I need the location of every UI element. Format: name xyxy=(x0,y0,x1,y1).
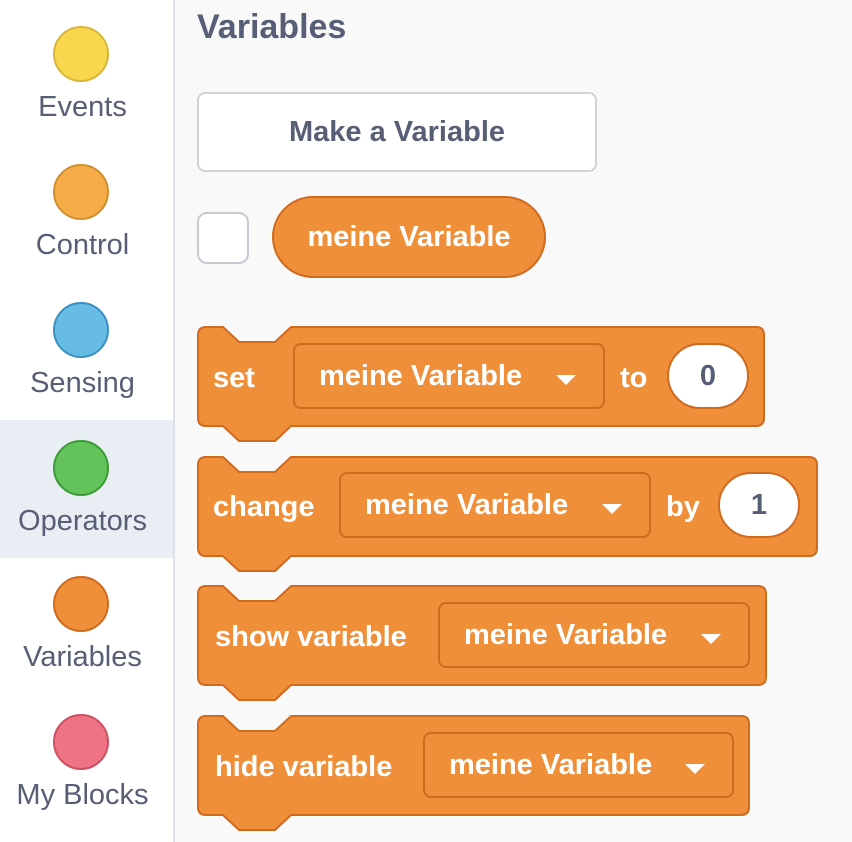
hide-block-label: hide variable xyxy=(215,751,393,783)
make-variable-button[interactable]: Make a Variable xyxy=(197,92,597,172)
show-variable-dropdown[interactable]: meine Variable xyxy=(438,602,750,668)
hide-variable-block[interactable]: hide variable meine Variable xyxy=(197,715,750,831)
set-variable-block[interactable]: set meine Variable to 0 xyxy=(197,326,765,442)
variables-category-icon xyxy=(53,576,109,632)
category-operators[interactable]: Operators xyxy=(0,420,173,558)
variable-monitor-checkbox[interactable] xyxy=(197,212,249,264)
show-variable-block[interactable]: show variable meine Variable xyxy=(197,585,767,701)
change-block-label: change xyxy=(213,491,315,523)
set-dropdown-value: meine Variable xyxy=(319,360,523,392)
hide-dropdown-value: meine Variable xyxy=(449,749,653,781)
category-variables[interactable]: Variables xyxy=(0,552,173,690)
show-block-label: show variable xyxy=(215,621,407,653)
category-events[interactable]: Events xyxy=(0,0,173,138)
show-dropdown-value: meine Variable xyxy=(464,619,668,651)
change-variable-dropdown[interactable]: meine Variable xyxy=(339,472,651,538)
operators-category-icon xyxy=(53,440,109,496)
set-variable-dropdown[interactable]: meine Variable xyxy=(293,343,605,409)
dropdown-caret-icon xyxy=(602,504,622,514)
change-dropdown-value: meine Variable xyxy=(365,489,569,521)
change-block-by-label: by xyxy=(666,491,700,523)
category-sensing[interactable]: Sensing xyxy=(0,276,173,414)
category-label-events: Events xyxy=(38,91,127,123)
category-my-blocks[interactable]: My Blocks xyxy=(0,690,173,828)
dropdown-caret-icon xyxy=(685,764,705,774)
category-label-my-blocks: My Blocks xyxy=(16,779,149,811)
set-value-input[interactable]: 0 xyxy=(667,343,749,409)
my-blocks-category-icon xyxy=(53,714,109,770)
change-variable-block[interactable]: change meine Variable by 1 xyxy=(197,456,818,572)
sensing-category-icon xyxy=(53,302,109,358)
set-block-to-label: to xyxy=(620,362,648,394)
category-label-control: Control xyxy=(35,229,130,261)
hide-variable-dropdown[interactable]: meine Variable xyxy=(423,732,734,798)
category-label-variables: Variables xyxy=(23,641,142,673)
dropdown-caret-icon xyxy=(556,375,576,385)
control-category-icon xyxy=(53,164,109,220)
change-value-input[interactable]: 1 xyxy=(718,472,800,538)
category-sidebar: Events Control Sensing Operators Variabl… xyxy=(0,0,175,842)
variable-reporter-block[interactable]: meine Variable xyxy=(272,196,546,278)
block-palette: Variables Make a Variable meine Variable… xyxy=(175,0,852,842)
category-label-sensing: Sensing xyxy=(30,367,135,399)
events-category-icon xyxy=(53,26,109,82)
palette-title: Variables xyxy=(197,8,347,46)
dropdown-caret-icon xyxy=(701,634,721,644)
set-block-label: set xyxy=(213,362,255,394)
category-control[interactable]: Control xyxy=(0,138,173,276)
category-label-operators: Operators xyxy=(18,505,147,537)
